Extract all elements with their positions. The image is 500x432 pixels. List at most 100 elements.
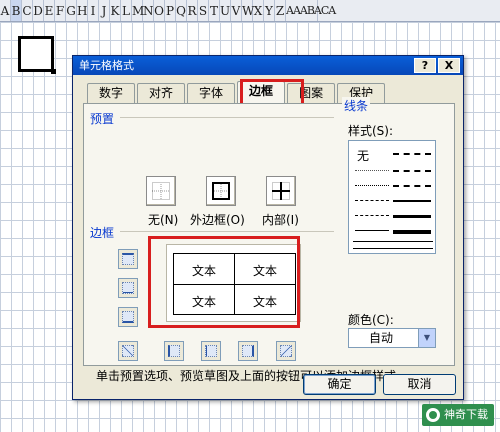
preset-inside-label: 内部(I) bbox=[262, 213, 299, 227]
column-header[interactable]: V bbox=[231, 0, 242, 21]
logo-icon bbox=[426, 408, 440, 422]
border-top-icon bbox=[122, 253, 134, 265]
border-none-icon bbox=[152, 182, 170, 200]
preset-none-label: 无(N) bbox=[148, 213, 179, 227]
tab-border[interactable]: 边框 bbox=[237, 81, 286, 103]
line-style-option[interactable] bbox=[355, 170, 389, 171]
preset-none-button[interactable] bbox=[146, 176, 176, 206]
border-middle-icon bbox=[122, 282, 134, 294]
column-header[interactable]: E bbox=[44, 0, 55, 21]
line-style-none[interactable]: 无 bbox=[357, 147, 369, 164]
column-header[interactable]: N bbox=[143, 0, 154, 21]
column-header[interactable]: T bbox=[209, 0, 220, 21]
color-dropdown-value: 自动 bbox=[369, 331, 394, 345]
style-label: 样式(S): bbox=[348, 124, 394, 138]
preset-inside-button[interactable] bbox=[266, 176, 296, 206]
column-header[interactable]: G bbox=[66, 0, 77, 21]
column-header[interactable]: A bbox=[0, 0, 11, 21]
column-header[interactable]: W bbox=[242, 0, 254, 21]
border-divider bbox=[120, 231, 334, 232]
preview-table: 文本 文本 文本 文本 bbox=[173, 253, 296, 315]
column-header[interactable]: M bbox=[132, 0, 144, 21]
presets-label: 预置 bbox=[90, 112, 115, 126]
column-header[interactable]: S bbox=[198, 0, 209, 21]
column-header[interactable]: U bbox=[220, 0, 231, 21]
line-style-option[interactable] bbox=[393, 153, 431, 155]
line-style-option[interactable] bbox=[355, 200, 389, 201]
border-right-icon bbox=[242, 345, 254, 357]
column-header[interactable]: F bbox=[55, 0, 66, 21]
tab-alignment[interactable]: 对齐 bbox=[137, 83, 186, 103]
preview-cell-text: 文本 bbox=[252, 264, 277, 278]
preview-cell-text: 文本 bbox=[252, 295, 277, 309]
border-center-button[interactable] bbox=[201, 341, 221, 361]
line-style-option[interactable] bbox=[393, 185, 431, 187]
border-bottom-button[interactable] bbox=[118, 307, 138, 327]
close-button[interactable]: X bbox=[438, 58, 460, 73]
diagonal-down-icon bbox=[280, 345, 292, 357]
line-style-option[interactable] bbox=[355, 230, 389, 231]
column-header[interactable]: K bbox=[110, 0, 121, 21]
chevron-down-icon[interactable]: ▼ bbox=[418, 329, 435, 347]
line-style-list[interactable]: 无 bbox=[348, 140, 436, 254]
column-header[interactable]: X bbox=[253, 0, 264, 21]
dialog-title: 单元格格式 bbox=[79, 59, 134, 72]
column-header[interactable]: Q bbox=[176, 0, 187, 21]
tab-number[interactable]: 数字 bbox=[87, 83, 136, 103]
column-header[interactable]: D bbox=[33, 0, 44, 21]
border-right-button[interactable] bbox=[238, 341, 258, 361]
column-header[interactable]: P bbox=[165, 0, 176, 21]
line-style-option[interactable] bbox=[393, 170, 431, 172]
column-header-bar: A B C D E F G H I J K L M N O P Q R S T U V W X Y Z AAABACA bbox=[0, 0, 500, 22]
preview-cell-text: 文本 bbox=[191, 295, 216, 309]
border-tab-panel: 预置 无(N) 外边框(O) 内部(I) 边框 文本 文本 文本 文本 单击预置… bbox=[83, 97, 455, 383]
line-style-option[interactable] bbox=[393, 200, 431, 202]
column-header[interactable]: R bbox=[187, 0, 198, 21]
line-style-option[interactable] bbox=[393, 215, 431, 218]
presets-divider bbox=[120, 117, 334, 118]
line-style-option[interactable] bbox=[353, 241, 433, 249]
border-middle-button[interactable] bbox=[118, 278, 138, 298]
watermark-logo: 神奇下载 bbox=[422, 404, 494, 426]
line-style-option[interactable] bbox=[393, 230, 431, 234]
color-label: 颜色(C): bbox=[348, 313, 394, 327]
watermark-text: 神奇下载 bbox=[444, 408, 488, 421]
help-button[interactable]: ? bbox=[414, 58, 436, 73]
border-diagonal-up-button[interactable] bbox=[118, 341, 138, 361]
tab-font[interactable]: 字体 bbox=[187, 83, 236, 103]
color-dropdown[interactable]: 自动 ▼ bbox=[348, 328, 436, 348]
border-outline-icon bbox=[212, 182, 230, 200]
preset-outline-button[interactable] bbox=[206, 176, 236, 206]
column-header[interactable]: H bbox=[77, 0, 88, 21]
line-style-option[interactable] bbox=[355, 185, 389, 186]
cancel-button[interactable]: 取消 bbox=[383, 374, 456, 395]
border-top-button[interactable] bbox=[118, 249, 138, 269]
tab-patterns[interactable]: 图案 bbox=[287, 83, 336, 103]
column-header[interactable]: AAABACA bbox=[286, 0, 336, 21]
column-header[interactable]: Z bbox=[275, 0, 286, 21]
line-style-option[interactable] bbox=[355, 215, 389, 216]
border-bottom-icon bbox=[122, 311, 134, 323]
border-label: 边框 bbox=[90, 226, 115, 240]
border-center-icon bbox=[205, 345, 217, 357]
dialog-titlebar: 单元格格式 ? X bbox=[73, 56, 463, 75]
border-inside-icon bbox=[272, 182, 290, 200]
column-header[interactable]: O bbox=[154, 0, 165, 21]
column-header[interactable]: L bbox=[121, 0, 132, 21]
column-header[interactable]: Y bbox=[264, 0, 275, 21]
line-label: 线条 bbox=[342, 97, 371, 114]
border-left-button[interactable] bbox=[164, 341, 184, 361]
column-header[interactable]: J bbox=[99, 0, 110, 21]
diagonal-up-icon bbox=[122, 345, 134, 357]
border-diagonal-down-button[interactable] bbox=[276, 341, 296, 361]
preset-outline-label: 外边框(O) bbox=[190, 213, 245, 227]
column-header[interactable]: C bbox=[22, 0, 33, 21]
preview-inner-horizontal bbox=[174, 284, 295, 285]
border-preview[interactable]: 文本 文本 文本 文本 bbox=[166, 244, 301, 322]
ok-button[interactable]: 确定 bbox=[303, 374, 376, 395]
format-cells-dialog: 单元格格式 ? X 数字 对齐 字体 边框 图案 保护 预置 无(N) 外边框(… bbox=[72, 55, 464, 400]
column-header[interactable]: I bbox=[88, 0, 99, 21]
selected-cell[interactable] bbox=[18, 36, 56, 74]
border-left-icon bbox=[168, 345, 180, 357]
column-header[interactable]: B bbox=[11, 0, 22, 21]
